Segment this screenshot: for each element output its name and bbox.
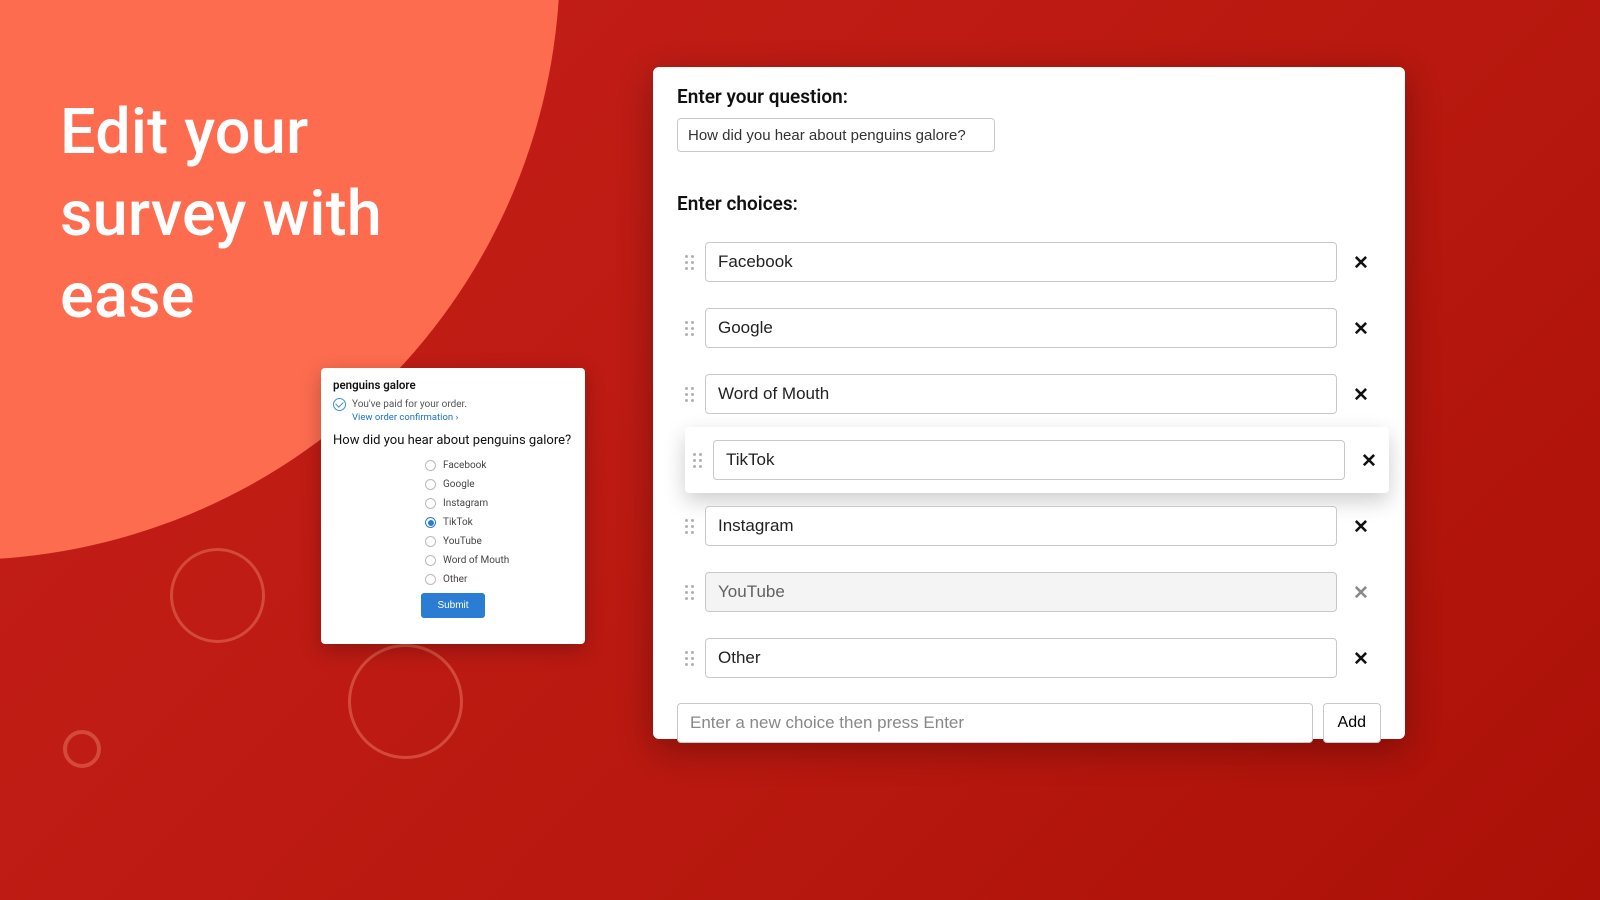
choice-input[interactable] — [705, 506, 1337, 546]
drag-handle-icon[interactable] — [683, 382, 695, 406]
radio-icon — [425, 574, 436, 585]
choices-label: Enter choices: — [677, 192, 1381, 215]
preview-option-label: TikTok — [443, 517, 473, 528]
choice-row: ✕ — [677, 493, 1381, 559]
decorative-ring — [170, 548, 265, 643]
radio-icon — [425, 498, 436, 509]
preview-brand: penguins galore — [333, 378, 573, 392]
drag-handle-icon[interactable] — [691, 448, 703, 472]
decorative-ring — [348, 644, 463, 759]
marketing-stage: Edit yoursurvey withease penguins galore… — [0, 0, 1600, 900]
drag-handle-icon[interactable] — [683, 514, 695, 538]
add-choice-button[interactable]: Add — [1323, 703, 1381, 743]
choice-input[interactable] — [705, 638, 1337, 678]
radio-icon — [425, 460, 436, 471]
radio-icon — [425, 536, 436, 547]
drag-handle-icon[interactable] — [683, 250, 695, 274]
remove-choice-icon[interactable]: ✕ — [1355, 446, 1383, 474]
preview-option[interactable]: YouTube — [425, 536, 573, 547]
remove-choice-icon[interactable]: ✕ — [1347, 512, 1375, 540]
headline-text: Edit yoursurvey withease — [60, 92, 382, 338]
choice-row: ✕ — [677, 229, 1381, 295]
survey-preview-card: penguins galore You've paid for your ord… — [321, 368, 585, 644]
preview-option[interactable]: Instagram — [425, 498, 573, 509]
question-label: Enter your question: — [677, 85, 1381, 108]
remove-choice-icon[interactable]: ✕ — [1347, 248, 1375, 276]
preview-option[interactable]: TikTok — [425, 517, 573, 528]
radio-icon — [425, 517, 436, 528]
remove-choice-icon[interactable]: ✕ — [1347, 578, 1375, 606]
survey-editor-card: Enter your question: Enter choices: ✕ ✕ ✕ ✕… — [653, 67, 1405, 739]
choice-input[interactable] — [705, 308, 1337, 348]
preview-option[interactable]: Facebook — [425, 460, 573, 471]
drag-handle-icon[interactable] — [683, 646, 695, 670]
choice-row: ✕ — [677, 625, 1381, 691]
radio-icon — [425, 479, 436, 490]
preview-option-label: YouTube — [443, 536, 482, 547]
choice-row: ✕ — [685, 427, 1389, 493]
preview-option-label: Instagram — [443, 498, 488, 509]
preview-option-label: Google — [443, 479, 475, 490]
remove-choice-icon[interactable]: ✕ — [1347, 644, 1375, 672]
preview-question: How did you hear about penguins galore? — [333, 433, 573, 448]
drag-handle-icon[interactable] — [683, 316, 695, 340]
choice-input[interactable] — [705, 374, 1337, 414]
choice-input[interactable] — [713, 440, 1345, 480]
remove-choice-icon[interactable]: ✕ — [1347, 314, 1375, 342]
preview-option[interactable]: Word of Mouth — [425, 555, 573, 566]
preview-option[interactable]: Google — [425, 479, 573, 490]
remove-choice-icon[interactable]: ✕ — [1347, 380, 1375, 408]
preview-paid-row: You've paid for your order. — [333, 398, 573, 411]
drag-handle-icon[interactable] — [683, 580, 695, 604]
preview-paid-text: You've paid for your order. — [352, 399, 467, 410]
decorative-ring — [63, 730, 101, 768]
question-input[interactable] — [677, 118, 995, 152]
preview-option[interactable]: Other — [425, 574, 573, 585]
radio-icon — [425, 555, 436, 566]
preview-option-label: Facebook — [443, 460, 486, 471]
choice-input[interactable] — [705, 242, 1337, 282]
choice-row: ✕ — [677, 361, 1381, 427]
check-icon — [333, 398, 346, 411]
choice-row: ✕ — [677, 559, 1381, 625]
preview-confirmation-link[interactable]: View order confirmation › — [352, 412, 573, 423]
new-choice-input[interactable] — [677, 703, 1313, 743]
preview-option-label: Other — [443, 574, 467, 585]
preview-submit-button[interactable]: Submit — [421, 593, 484, 618]
choice-input[interactable] — [705, 572, 1337, 612]
choice-row: ✕ — [677, 295, 1381, 361]
preview-option-label: Word of Mouth — [443, 555, 509, 566]
